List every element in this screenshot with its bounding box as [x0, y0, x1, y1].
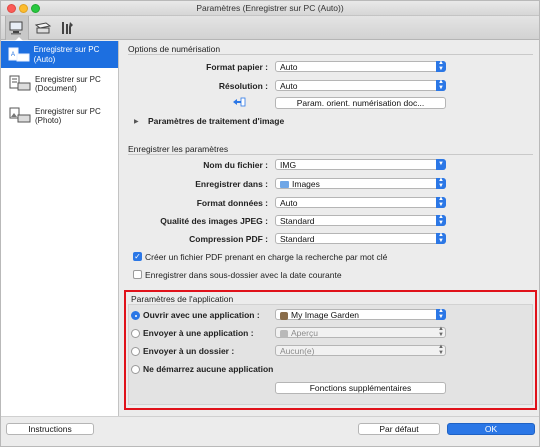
divider [128, 54, 533, 55]
open-app-label: Ouvrir avec une application : [143, 310, 260, 320]
save-in-select[interactable]: Images ▲ ▼ [275, 177, 446, 189]
sidebar-item-auto[interactable]: A Enregistrer sur PC (Auto) [1, 41, 118, 68]
jpeg-quality-label: Qualité des images JPEG : [160, 216, 268, 226]
pdf-compression-select[interactable]: Standard ▲ ▼ [275, 232, 446, 244]
chevron-updown-icon: ▲ ▼ [436, 196, 446, 208]
save-in-label: Enregistrer dans : [195, 179, 268, 189]
open-app-select[interactable]: My Image Garden ▲ ▼ [275, 308, 446, 320]
send-app-select[interactable]: Aperçu ▲ ▼ [275, 326, 446, 338]
defaults-button[interactable]: Par défaut [358, 423, 440, 435]
section-title-application: Paramètres de l'application [131, 294, 234, 304]
preview-app-icon [280, 329, 288, 338]
sidebar: A Enregistrer sur PC (Auto) Enregistrer … [1, 41, 119, 416]
open-app-radio[interactable] [131, 311, 140, 320]
send-app-radio[interactable] [131, 329, 140, 338]
title-bar: Paramètres (Enregistrer sur PC (Auto)) [1, 1, 539, 16]
image-processing-settings-toggle[interactable]: Paramètres de traitement d'image [148, 116, 284, 126]
pdf-keyword-checkbox-label: Créer un fichier PDF prenant en charge l… [145, 252, 388, 262]
footer: Instructions Par défaut OK [1, 416, 539, 446]
sidebar-item-label: Enregistrer sur PC (Photo) [35, 106, 101, 126]
more-functions-button[interactable]: Fonctions supplémentaires [275, 382, 446, 394]
chevron-updown-icon: ▲ ▼ [436, 232, 446, 244]
send-app-label: Envoyer à une application : [143, 328, 254, 338]
paper-size-value: Auto [280, 62, 298, 72]
svg-text:A: A [11, 52, 15, 58]
divider [128, 154, 533, 155]
filename-combo[interactable]: IMG ▼ [275, 159, 446, 170]
chevron-updown-icon: ▲ ▼ [436, 214, 446, 226]
app-icon [280, 311, 288, 320]
scanner-to-pc-icon [9, 21, 23, 35]
tab-scan-from-panel[interactable] [31, 16, 55, 40]
chevron-right-icon[interactable]: ▶ [134, 118, 139, 125]
sidebar-item-label: Enregistrer sur PC (Auto) [33, 45, 100, 64]
scanner-to-pc-general-icon [34, 22, 52, 34]
sidebar-item-document[interactable]: Enregistrer sur PC (Document) [1, 69, 118, 99]
send-folder-radio[interactable] [131, 347, 140, 356]
send-app-value: Aperçu [291, 328, 318, 338]
save-in-value: Images [292, 179, 320, 189]
pdf-keyword-checkbox[interactable]: ✓ [133, 252, 142, 261]
chevron-updown-icon: ▲ ▼ [438, 344, 444, 356]
settings-window: Paramètres (Enregistrer sur PC (Auto)) A… [0, 0, 540, 447]
date-subfolder-checkbox[interactable] [133, 270, 142, 279]
jpeg-quality-value: Standard [280, 216, 315, 226]
data-format-select[interactable]: Auto ▲ ▼ [275, 196, 446, 208]
instructions-button[interactable]: Instructions [6, 423, 94, 435]
section-title-save-settings: Enregistrer les paramètres [128, 144, 229, 154]
toolbar [1, 16, 539, 41]
data-format-value: Auto [280, 198, 298, 208]
pdf-compression-label: Compression PDF : [189, 234, 268, 244]
resolution-value: Auto [280, 81, 298, 91]
chevron-updown-icon: ▲ ▼ [436, 60, 446, 72]
paper-size-label: Format papier : [206, 62, 268, 72]
resolution-select[interactable]: Auto ▲ ▼ [275, 79, 446, 91]
send-folder-select[interactable]: Aucun(e) ▲ ▼ [275, 344, 446, 356]
folder-icon [280, 181, 289, 189]
sidebar-item-photo[interactable]: Enregistrer sur PC (Photo) [1, 101, 118, 131]
pdf-compression-value: Standard [280, 234, 315, 244]
scan-photo-icon [8, 106, 32, 126]
chevron-down-icon: ▼ [436, 159, 446, 170]
section-title-scan-options: Options de numérisation [128, 44, 221, 54]
no-app-radio[interactable] [131, 365, 140, 374]
chevron-updown-icon: ▲ ▼ [436, 308, 446, 320]
document-orientation-icon [233, 97, 246, 107]
filename-value: IMG [280, 160, 297, 170]
resolution-label: Résolution : [218, 81, 268, 91]
no-app-label: Ne démarrez aucune application [143, 364, 274, 374]
send-folder-value: Aucun(e) [280, 346, 315, 356]
ok-button[interactable]: OK [447, 423, 535, 435]
filename-label: Nom du fichier : [203, 160, 268, 170]
paper-size-select[interactable]: Auto ▲ ▼ [275, 60, 446, 72]
jpeg-quality-select[interactable]: Standard ▲ ▼ [275, 214, 446, 226]
window-title: Paramètres (Enregistrer sur PC (Auto)) [196, 3, 344, 13]
scan-document-icon [8, 74, 32, 94]
send-folder-label: Envoyer à un dossier : [143, 346, 235, 356]
chevron-updown-icon: ▲ ▼ [436, 79, 446, 91]
chevron-updown-icon: ▲ ▼ [436, 177, 446, 189]
sidebar-item-label: Enregistrer sur PC (Document) [35, 74, 101, 94]
tab-scan-from-computer[interactable] [5, 16, 29, 41]
general-settings-tools-icon [62, 22, 73, 34]
date-subfolder-checkbox-label: Enregistrer dans sous-dossier avec la da… [145, 270, 342, 280]
open-app-value: My Image Garden [291, 310, 360, 320]
tab-general-settings[interactable] [55, 16, 79, 40]
orientation-settings-button[interactable]: Param. orient. numérisation doc... [275, 97, 446, 109]
chevron-updown-icon: ▲ ▼ [438, 326, 444, 338]
scan-auto-icon: A [8, 45, 31, 65]
data-format-label: Format données : [196, 198, 268, 208]
